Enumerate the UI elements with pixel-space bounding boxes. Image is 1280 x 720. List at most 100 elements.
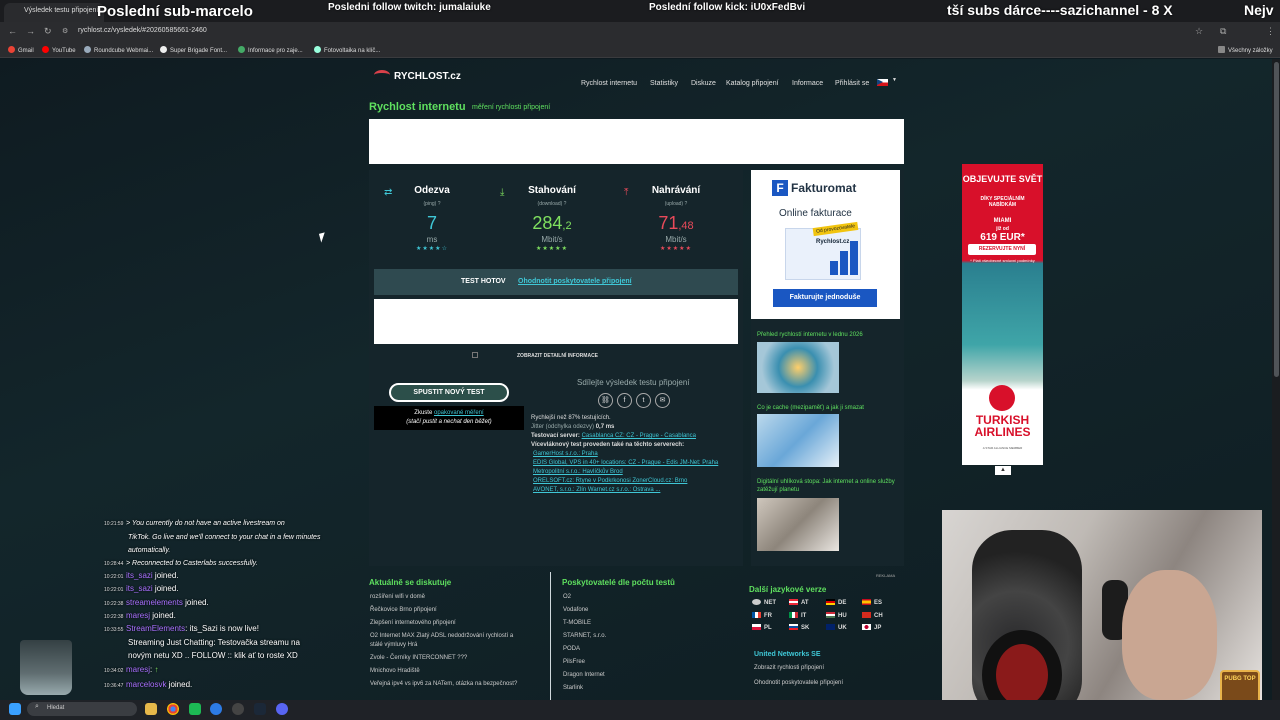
lang-es[interactable]: ES: [862, 599, 882, 606]
article-2-title[interactable]: Co je cache (mezipaměť) a jak ji smazat: [757, 404, 902, 412]
nav-statistiky[interactable]: Statistiky: [650, 80, 678, 87]
extensions-icon[interactable]: ⧉: [1220, 26, 1226, 37]
discussion-item[interactable]: Zlepšení internetového připojení: [370, 619, 456, 627]
email-icon[interactable]: ✉: [655, 393, 670, 408]
chat-time: 10:22:01: [104, 574, 124, 580]
chat-user: maresj: [126, 665, 151, 674]
back-icon[interactable]: ←: [8, 26, 17, 36]
download-hint[interactable]: (download) ?: [497, 201, 607, 207]
nav-diskuze[interactable]: Diskuze: [691, 80, 716, 87]
chrome-icon[interactable]: [167, 703, 179, 715]
discussion-item[interactable]: rozšíření wifi v domě: [370, 593, 425, 601]
lang-hu[interactable]: HU: [826, 612, 847, 619]
lang-uk[interactable]: UK: [826, 624, 847, 631]
repeat-test-link[interactable]: opakované měření: [434, 410, 484, 416]
file-explorer-icon[interactable]: [145, 703, 157, 715]
un-link[interactable]: Zobrazit rychlosti připojení: [754, 664, 824, 672]
all-bookmarks[interactable]: Všechny záložky: [1218, 46, 1273, 54]
new-test-button[interactable]: SPUSTIT NOVÝ TEST: [389, 383, 509, 402]
un-link[interactable]: Ohodnotit poskytovatele připojení: [754, 679, 843, 687]
chat-line: 10:28:44 > Reconnected to Casterlabs succ…: [104, 558, 258, 567]
bookmark-superbrigade[interactable]: Super Brigade Font...: [160, 46, 227, 54]
bookmark-youtube[interactable]: YouTube: [42, 46, 76, 54]
forward-icon[interactable]: →: [26, 26, 35, 36]
tumblr-icon[interactable]: t: [636, 393, 651, 408]
site-info-icon[interactable]: ⚙: [62, 27, 68, 35]
server-list-link[interactable]: ORELSOFT.cz: Rtyne v Podkrkonosi ZonerCl…: [533, 478, 687, 484]
discussion-item-cont[interactable]: stálé výmluvy Hrá: [370, 641, 417, 649]
fakturomat-button[interactable]: Fakturujte jednoduše: [773, 289, 877, 307]
menu-icon[interactable]: ⋮: [1266, 26, 1275, 37]
obs-icon[interactable]: [232, 703, 244, 715]
url-field[interactable]: rychlost.cz/vysledek/#20260585661-2460: [78, 27, 207, 34]
lang-at[interactable]: AT: [789, 599, 809, 606]
bookmark-gmail[interactable]: Gmail: [8, 46, 34, 54]
bookmark-star-icon[interactable]: ☆: [1195, 26, 1203, 37]
reload-icon[interactable]: ↻: [44, 26, 52, 37]
ad-book-button[interactable]: REZERVUJTE NYNÍ: [968, 244, 1036, 255]
windows-start-icon[interactable]: [9, 703, 21, 715]
site-logo[interactable]: RYCHLOST.cz: [374, 70, 461, 82]
server-list-link[interactable]: AVONET, s.r.o.: Zlín Warnet.cz s.r.o.: O…: [533, 487, 660, 493]
link-icon[interactable]: ⛓: [598, 393, 613, 408]
bookmark-roundcube[interactable]: Roundcube Webmai...: [84, 46, 153, 54]
bookmark-fotovoltaika[interactable]: Fotovoltaika na klíč...: [314, 46, 380, 54]
discord-icon[interactable]: [276, 703, 288, 715]
provider-item[interactable]: O2: [563, 593, 571, 601]
discussion-item[interactable]: O2 Internet MAX Zlatý ADSL nedodržování …: [370, 632, 513, 640]
webcam-feed: PUBG TOP: [942, 510, 1262, 720]
lang-sk[interactable]: SK: [789, 624, 809, 631]
column-divider: [550, 572, 551, 700]
browser-tab[interactable]: Výsledek testu připojení: [4, 3, 104, 22]
nav-katalog[interactable]: Katalog připojení: [726, 80, 779, 87]
scrollbar-thumb[interactable]: [1274, 62, 1279, 377]
article-1-title[interactable]: Přehled rychlostí internetu v lednu 2026: [757, 331, 902, 339]
article-1-image[interactable]: [757, 342, 839, 393]
provider-item[interactable]: STARNET, s.r.o.: [563, 632, 606, 640]
nav-rychlost-internetu[interactable]: Rychlost internetu: [581, 80, 637, 87]
article-3-image[interactable]: [757, 498, 839, 551]
discussion-item[interactable]: Zvole - Černíky INTERCONNET ???: [370, 654, 467, 662]
lang-jp[interactable]: JP: [862, 624, 881, 631]
provider-item[interactable]: Starlink: [563, 684, 583, 692]
provider-item[interactable]: Dragon Internet: [563, 671, 605, 679]
provider-item[interactable]: PilsFree: [563, 658, 585, 666]
server-list-link[interactable]: Metropolitní s.r.o.: Havlíčkův Brod: [533, 469, 623, 475]
discussion-item[interactable]: Řečkovice Brno připojení: [370, 606, 437, 614]
app-green-icon[interactable]: [189, 703, 201, 715]
lang-it[interactable]: IT: [789, 612, 806, 619]
discussion-item[interactable]: Mnichovo Hradiště: [370, 667, 420, 675]
chart-bar-icon: [830, 261, 838, 275]
article-2-image[interactable]: [757, 414, 839, 467]
rate-provider-link[interactable]: Ohodnotit poskytovatele připojení: [518, 278, 632, 285]
detail-checkbox[interactable]: [472, 352, 478, 358]
lang-fr[interactable]: FR: [752, 612, 772, 619]
lang-ch[interactable]: CH: [862, 612, 883, 619]
server-list-link[interactable]: EDIS Global, VPS in 40+ locations: CZ - …: [533, 460, 718, 466]
discussion-item[interactable]: Veřejná ipv4 vs ipv6 za NATem, otázka na…: [370, 680, 517, 688]
detail-toggle[interactable]: ZOBRAZIT DETAILNÍ INFORMACE: [517, 353, 598, 359]
provider-item[interactable]: PODA: [563, 645, 580, 653]
server-link[interactable]: Casablanca CZ: CZ - Prague - Casablanca: [582, 433, 696, 439]
nav-prihlasit[interactable]: Přihlásit se: [835, 80, 869, 87]
taskbar-search[interactable]: Hledat: [27, 702, 137, 716]
ad-collapse-icon[interactable]: ▲: [995, 466, 1011, 475]
chevron-down-icon[interactable]: ▼: [892, 77, 897, 83]
facebook-icon[interactable]: f: [617, 393, 632, 408]
edge-icon[interactable]: [210, 703, 222, 715]
lang-net[interactable]: NET: [752, 599, 776, 606]
language-flag-icon[interactable]: [877, 79, 888, 86]
article-3-title[interactable]: Digitální uhlíková stopa: Jak internet a…: [757, 478, 902, 494]
provider-item[interactable]: Vodafone: [563, 606, 588, 614]
ping-unit: ms: [426, 235, 438, 244]
server-list-link[interactable]: GamerHost s.r.o.: Praha: [533, 451, 598, 457]
steam-icon[interactable]: [254, 703, 266, 715]
ping-hint[interactable]: (ping) ?: [377, 201, 487, 207]
nav-informace[interactable]: Informace: [792, 80, 823, 87]
bookmark-informace[interactable]: Informace pro zaje...: [238, 46, 303, 54]
lang-de[interactable]: DE: [826, 599, 846, 606]
upload-hint[interactable]: (upload) ?: [621, 201, 731, 207]
provider-item[interactable]: T-MOBILE: [563, 619, 591, 627]
lang-pl[interactable]: PL: [752, 624, 772, 631]
overlay-top-donor: tší subs dárce----sazichannel - 8 X: [947, 2, 1173, 18]
